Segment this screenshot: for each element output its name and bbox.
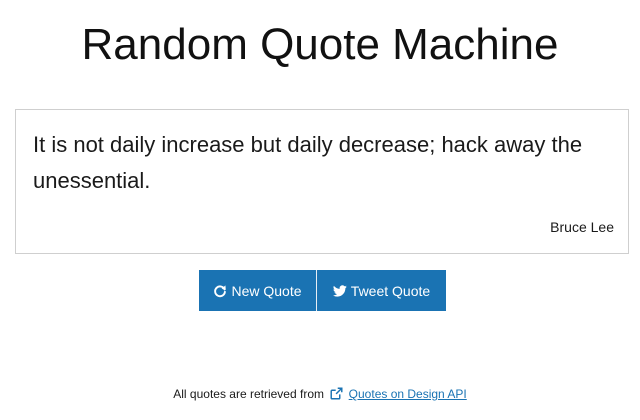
quotes-api-link[interactable]: Quotes on Design API [349,387,467,401]
page: Random Quote Machine It is not daily inc… [0,0,640,420]
new-quote-button[interactable]: New Quote [199,270,317,311]
tweet-quote-button[interactable]: Tweet Quote [317,270,446,311]
quote-card: It is not daily increase but daily decre… [15,109,629,254]
tweet-quote-label: Tweet Quote [350,282,431,299]
page-title: Random Quote Machine [81,20,559,69]
twitter-icon [332,284,347,298]
quote-author: Bruce Lee [550,219,614,235]
new-quote-label: New Quote [231,282,302,299]
quote-actions: New Quote Tweet Quote [199,270,446,311]
external-link-icon [330,387,343,400]
quote-text: It is not daily increase but daily decre… [33,132,583,193]
footer: All quotes are retrieved from Quotes on … [0,386,640,402]
footer-prefix: All quotes are retrieved from [173,387,324,401]
refresh-icon [213,284,227,298]
